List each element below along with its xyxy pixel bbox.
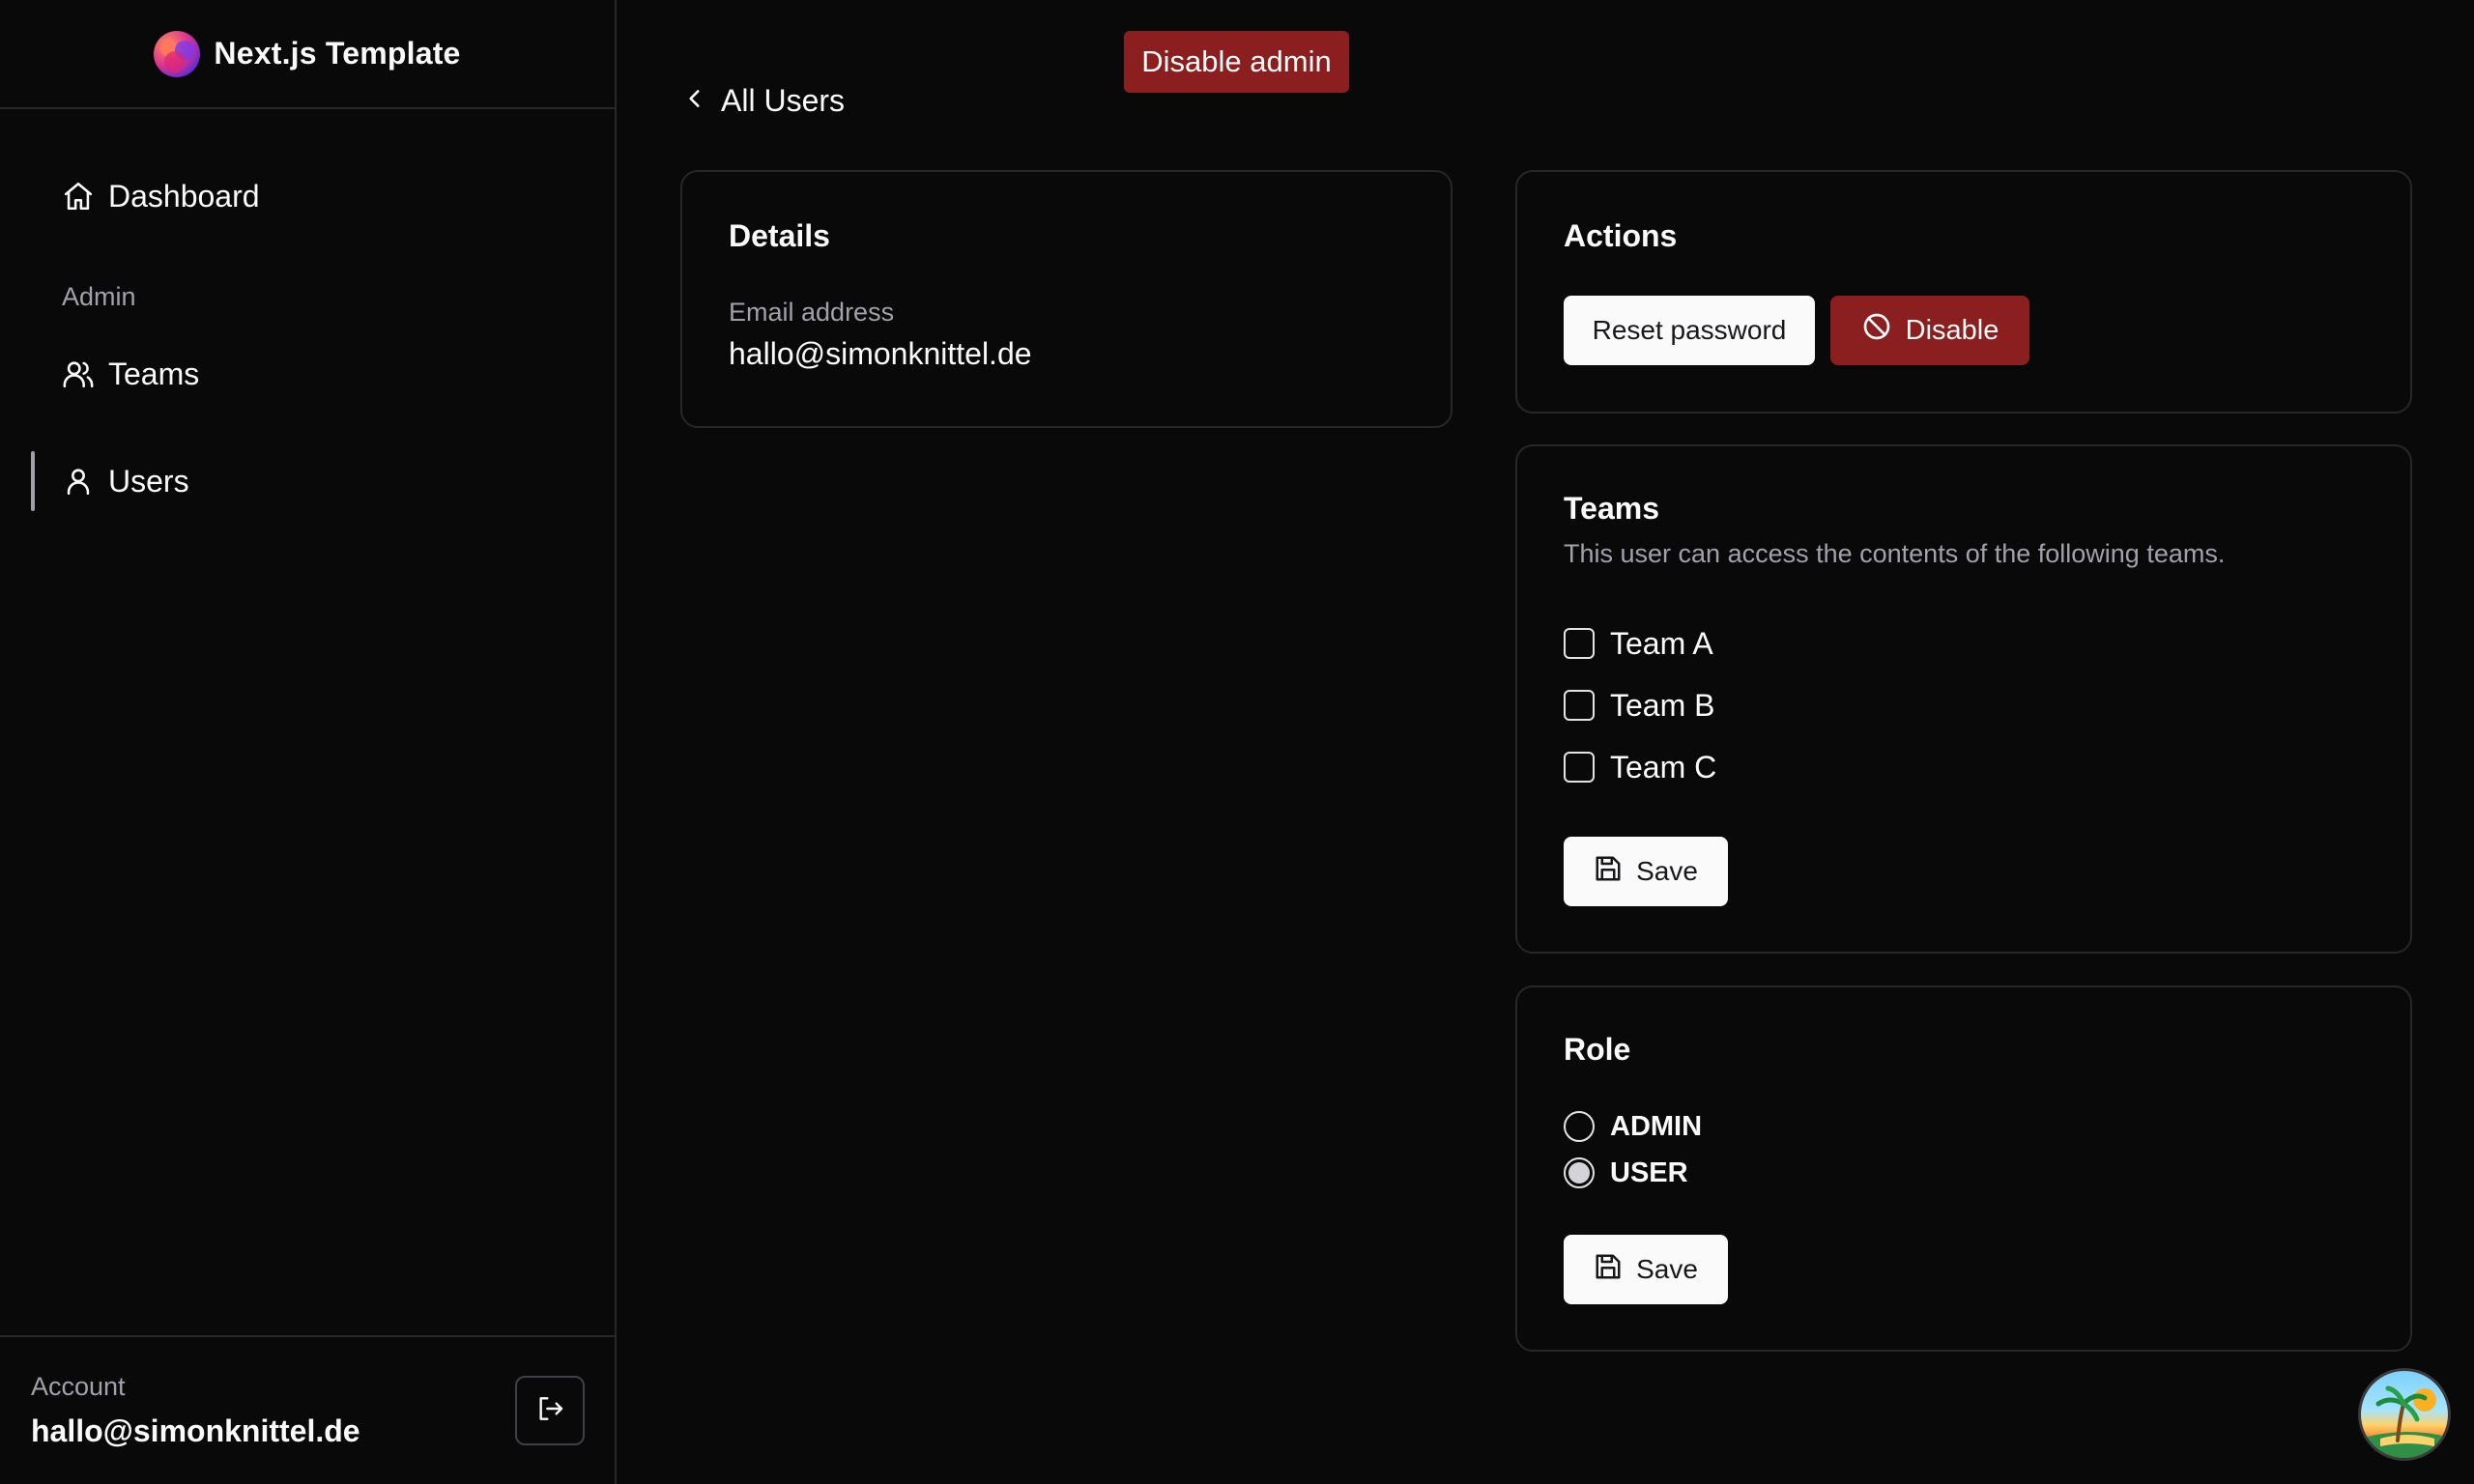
save-icon (1594, 854, 1623, 890)
user-icon (62, 465, 95, 498)
back-to-all-users-link[interactable]: All Users (682, 77, 845, 124)
team-option-a[interactable]: Team A (1564, 624, 1713, 663)
team-option-label: Team B (1610, 687, 1715, 723)
role-option-label: USER (1610, 1156, 1688, 1188)
save-label: Save (1636, 856, 1698, 886)
sidebar-item-label: Teams (108, 356, 200, 391)
team-c-checkbox[interactable] (1564, 752, 1595, 783)
role-option-admin[interactable]: ADMIN (1564, 1107, 1702, 1146)
floating-avatar-button[interactable] (2358, 1368, 2451, 1461)
users-icon (62, 357, 95, 390)
teams-save-button[interactable]: Save (1564, 837, 1728, 906)
back-link-label: All Users (721, 82, 846, 118)
save-icon (1594, 1252, 1623, 1288)
disable-admin-button[interactable]: Disable admin (1124, 31, 1349, 93)
reset-password-button[interactable]: Reset password (1564, 296, 1815, 365)
email-value: hallo@simonknittel.de (729, 336, 1032, 371)
account-panel: Account hallo@simonknittel.de (0, 1335, 615, 1484)
save-label: Save (1636, 1254, 1698, 1284)
disable-user-label: Disable (1905, 314, 1999, 346)
logout-button[interactable] (515, 1376, 585, 1445)
account-email: hallo@simonknittel.de (31, 1413, 360, 1448)
reset-password-label: Reset password (1592, 315, 1787, 345)
role-admin-radio[interactable] (1564, 1111, 1595, 1142)
palm-beach-icon (2361, 1385, 2448, 1458)
teams-card: Teams This user can access the contents … (1515, 444, 2412, 954)
team-option-b[interactable]: Team B (1564, 686, 1714, 725)
home-icon (62, 180, 95, 213)
teams-description: This user can access the contents of the… (1564, 539, 2226, 568)
chevron-left-icon (682, 83, 707, 119)
sidebar-item-teams[interactable]: Teams (31, 344, 591, 404)
actions-card: Actions Reset password Disable (1515, 170, 2412, 414)
brand-header[interactable]: Next.js Template (0, 0, 615, 109)
brand-title: Next.js Template (214, 36, 461, 71)
role-save-button[interactable]: Save (1564, 1235, 1728, 1304)
sidebar-section-admin: Admin (62, 282, 136, 311)
team-option-label: Team A (1610, 625, 1713, 661)
role-user-radio[interactable] (1564, 1157, 1595, 1188)
email-label: Email address (729, 298, 895, 327)
teams-title: Teams (1564, 491, 1660, 526)
details-card: Details Email address hallo@simonknittel… (680, 170, 1453, 428)
role-card: Role ADMIN USER Save (1515, 985, 2412, 1352)
brand-logo (154, 30, 201, 77)
details-title: Details (729, 218, 830, 253)
role-option-user[interactable]: USER (1564, 1154, 1688, 1192)
sidebar-item-dashboard[interactable]: Dashboard (31, 166, 591, 226)
sidebar-item-label: Dashboard (108, 178, 260, 214)
role-option-label: ADMIN (1610, 1110, 1703, 1142)
sidebar: Next.js Template Dashboard Admin Teams U… (0, 0, 617, 1484)
account-label: Account (31, 1372, 126, 1401)
sidebar-item-users[interactable]: Users (31, 451, 591, 511)
team-b-checkbox[interactable] (1564, 690, 1595, 721)
ban-icon (1861, 311, 1892, 350)
team-a-checkbox[interactable] (1564, 628, 1595, 659)
sidebar-item-label: Users (108, 463, 189, 499)
disable-user-button[interactable]: Disable (1830, 296, 2029, 365)
team-option-c[interactable]: Team C (1564, 748, 1716, 786)
role-title: Role (1564, 1032, 1631, 1067)
actions-title: Actions (1564, 218, 1678, 253)
logout-icon (534, 1393, 565, 1429)
team-option-label: Team C (1610, 749, 1717, 785)
